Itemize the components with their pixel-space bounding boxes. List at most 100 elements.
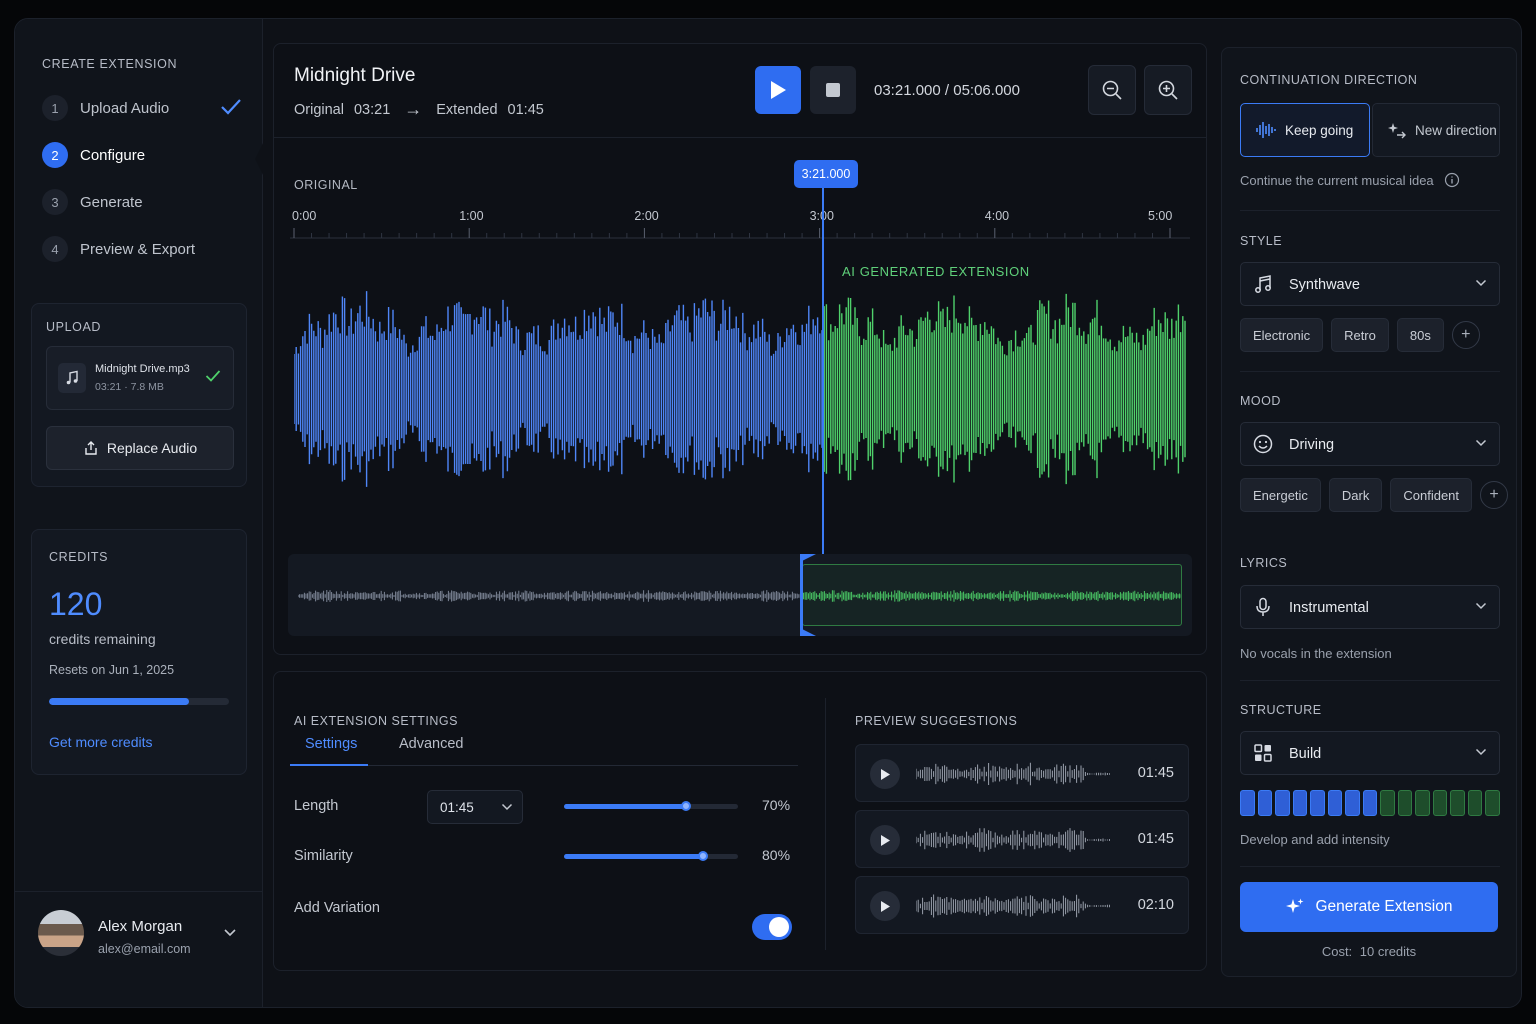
suggestion-waveform: [916, 828, 1110, 852]
mood-chip-energetic[interactable]: Energetic: [1240, 478, 1321, 512]
structure-segment-extension[interactable]: [1432, 790, 1448, 816]
mood-select[interactable]: Driving: [1240, 422, 1500, 466]
waveform-icon: [1256, 122, 1276, 138]
suggestion-item[interactable]: 02:10: [855, 876, 1189, 934]
structure-segment-original[interactable]: [1275, 790, 1290, 816]
ai-extension-label: AI GENERATED EXTENSION: [842, 264, 1030, 279]
step-label: Configure: [80, 146, 146, 164]
tab-settings[interactable]: Settings: [305, 736, 357, 752]
add-style-button[interactable]: +: [1451, 321, 1480, 349]
settings-title: AI EXTENSION SETTINGS: [294, 714, 458, 728]
structure-timeline[interactable]: [1240, 790, 1500, 816]
structure-segment-extension[interactable]: [1397, 790, 1413, 816]
similarity-slider-handle[interactable]: [698, 851, 709, 861]
mood-chips: Energetic Dark Confident +: [1240, 478, 1509, 512]
length-slider-handle[interactable]: [680, 801, 691, 811]
mood-chip-confident[interactable]: Confident: [1390, 478, 1473, 512]
suggestion-play-button[interactable]: [870, 825, 900, 855]
zoom-in-button[interactable]: [1144, 65, 1192, 115]
playhead-line[interactable]: [822, 188, 824, 556]
structure-value: Build: [1289, 746, 1322, 762]
style-chip-80s[interactable]: 80s: [1396, 318, 1444, 352]
direction-hint-text: Continue the current musical idea: [1240, 172, 1434, 188]
playhead-time-tag[interactable]: 3:21.000: [794, 160, 858, 188]
structure-segment-extension[interactable]: [1485, 790, 1500, 816]
suggestion-waveform: [916, 894, 1110, 918]
settings-tabs: Settings Advanced: [290, 732, 798, 766]
lyrics-select[interactable]: Instrumental: [1240, 585, 1500, 629]
keep-going-button[interactable]: Keep going: [1240, 103, 1370, 157]
continuation-direction-label: CONTINUATION DIRECTION: [1240, 73, 1418, 87]
user-menu[interactable]: Alex Morgan alex@email.com: [15, 891, 263, 1007]
get-more-credits-link[interactable]: Get more credits: [49, 734, 152, 750]
suggestion-play-button[interactable]: [870, 759, 900, 789]
add-variation-toggle[interactable]: [752, 914, 792, 940]
upload-card: UPLOAD Midnight Drive.mp3 03:21 · 7.8 MB…: [31, 303, 247, 487]
structure-segment-original[interactable]: [1327, 790, 1343, 816]
uploaded-file[interactable]: Midnight Drive.mp3 03:21 · 7.8 MB: [46, 346, 234, 410]
smiley-icon: [1253, 434, 1273, 454]
track-header: Midnight Drive Original 03:21 → Extended…: [274, 44, 1206, 138]
structure-segment-original[interactable]: [1257, 790, 1273, 816]
suggestion-item[interactable]: 01:45: [855, 810, 1189, 868]
time-readout: 03:21.000 / 05:06.000: [874, 82, 1020, 99]
timeline-ruler[interactable]: 0:001:002:003:004:005:00: [290, 202, 1190, 242]
play-button[interactable]: [755, 66, 801, 114]
structure-segment-extension[interactable]: [1467, 790, 1483, 816]
selection-handle[interactable]: [800, 554, 803, 636]
structure-segment-original[interactable]: [1362, 790, 1378, 816]
direction-hint: Continue the current musical idea: [1240, 172, 1460, 188]
structure-segment-extension[interactable]: [1450, 790, 1465, 816]
suggestion-play-button[interactable]: [870, 891, 900, 921]
structure-segment-original[interactable]: [1240, 790, 1255, 816]
upload-icon: [85, 441, 97, 455]
extension-selection[interactable]: [802, 564, 1182, 626]
step-generate[interactable]: 3 Generate: [42, 186, 242, 218]
style-chip-retro[interactable]: Retro: [1331, 318, 1389, 352]
structure-segment-original[interactable]: [1345, 790, 1360, 816]
length-slider-fill: [564, 804, 686, 809]
add-variation-label: Add Variation: [294, 900, 380, 916]
step-preview-export[interactable]: 4 Preview & Export: [42, 233, 242, 265]
divider: [825, 698, 826, 950]
stop-button[interactable]: [810, 66, 856, 114]
replace-audio-button[interactable]: Replace Audio: [46, 426, 234, 470]
lyrics-value: Instrumental: [1289, 600, 1369, 616]
lyrics-hint: No vocals in the extension: [1240, 646, 1392, 661]
suggestion-duration: 02:10: [1137, 897, 1174, 913]
structure-segment-original[interactable]: [1310, 790, 1325, 816]
step-upload-audio[interactable]: 1 Upload Audio: [42, 92, 242, 124]
step-label: Preview & Export: [80, 240, 196, 258]
generation-cost: Cost: 10 credits: [1222, 944, 1516, 959]
app-window: CREATE EXTENSION 1 Upload Audio 2 Config…: [14, 18, 1522, 1008]
length-slider[interactable]: [564, 801, 738, 811]
tab-advanced[interactable]: Advanced: [399, 736, 464, 752]
preview-suggestions-title: PREVIEW SUGGESTIONS: [855, 714, 1018, 728]
structure-segment-original[interactable]: [1292, 790, 1308, 816]
zoom-out-button[interactable]: [1088, 65, 1136, 115]
length-select[interactable]: 01:45: [427, 790, 523, 824]
chevron-down-icon: [1475, 279, 1487, 287]
overview-minimap[interactable]: [288, 554, 1192, 636]
style-select[interactable]: Synthwave: [1240, 262, 1500, 306]
cost-label: Cost:: [1321, 944, 1353, 959]
add-mood-button[interactable]: +: [1480, 481, 1509, 509]
chevron-down-icon[interactable]: [223, 928, 237, 938]
structure-segment-extension[interactable]: [1415, 790, 1430, 816]
suggestion-item[interactable]: 01:45: [855, 744, 1189, 802]
mood-chip-dark[interactable]: Dark: [1328, 478, 1383, 512]
style-chip-electronic[interactable]: Electronic: [1240, 318, 1324, 352]
new-direction-button[interactable]: New direction: [1372, 103, 1500, 157]
main-waveform[interactable]: [294, 284, 1186, 494]
structure-select[interactable]: Build: [1240, 731, 1500, 775]
similarity-slider[interactable]: [564, 851, 738, 861]
credits-card: CREDITS 120 credits remaining Resets on …: [31, 529, 247, 775]
style-chips: Electronic Retro 80s +: [1240, 318, 1480, 352]
play-icon: [771, 81, 786, 99]
structure-segment-extension[interactable]: [1380, 790, 1395, 816]
step-configure[interactable]: 2 Configure: [42, 139, 242, 171]
generate-extension-button[interactable]: Generate Extension: [1240, 882, 1498, 932]
options-panel: CONTINUATION DIRECTION Keep going New di…: [1221, 47, 1517, 977]
music-note-icon: [58, 363, 86, 393]
info-icon[interactable]: [1444, 172, 1460, 188]
